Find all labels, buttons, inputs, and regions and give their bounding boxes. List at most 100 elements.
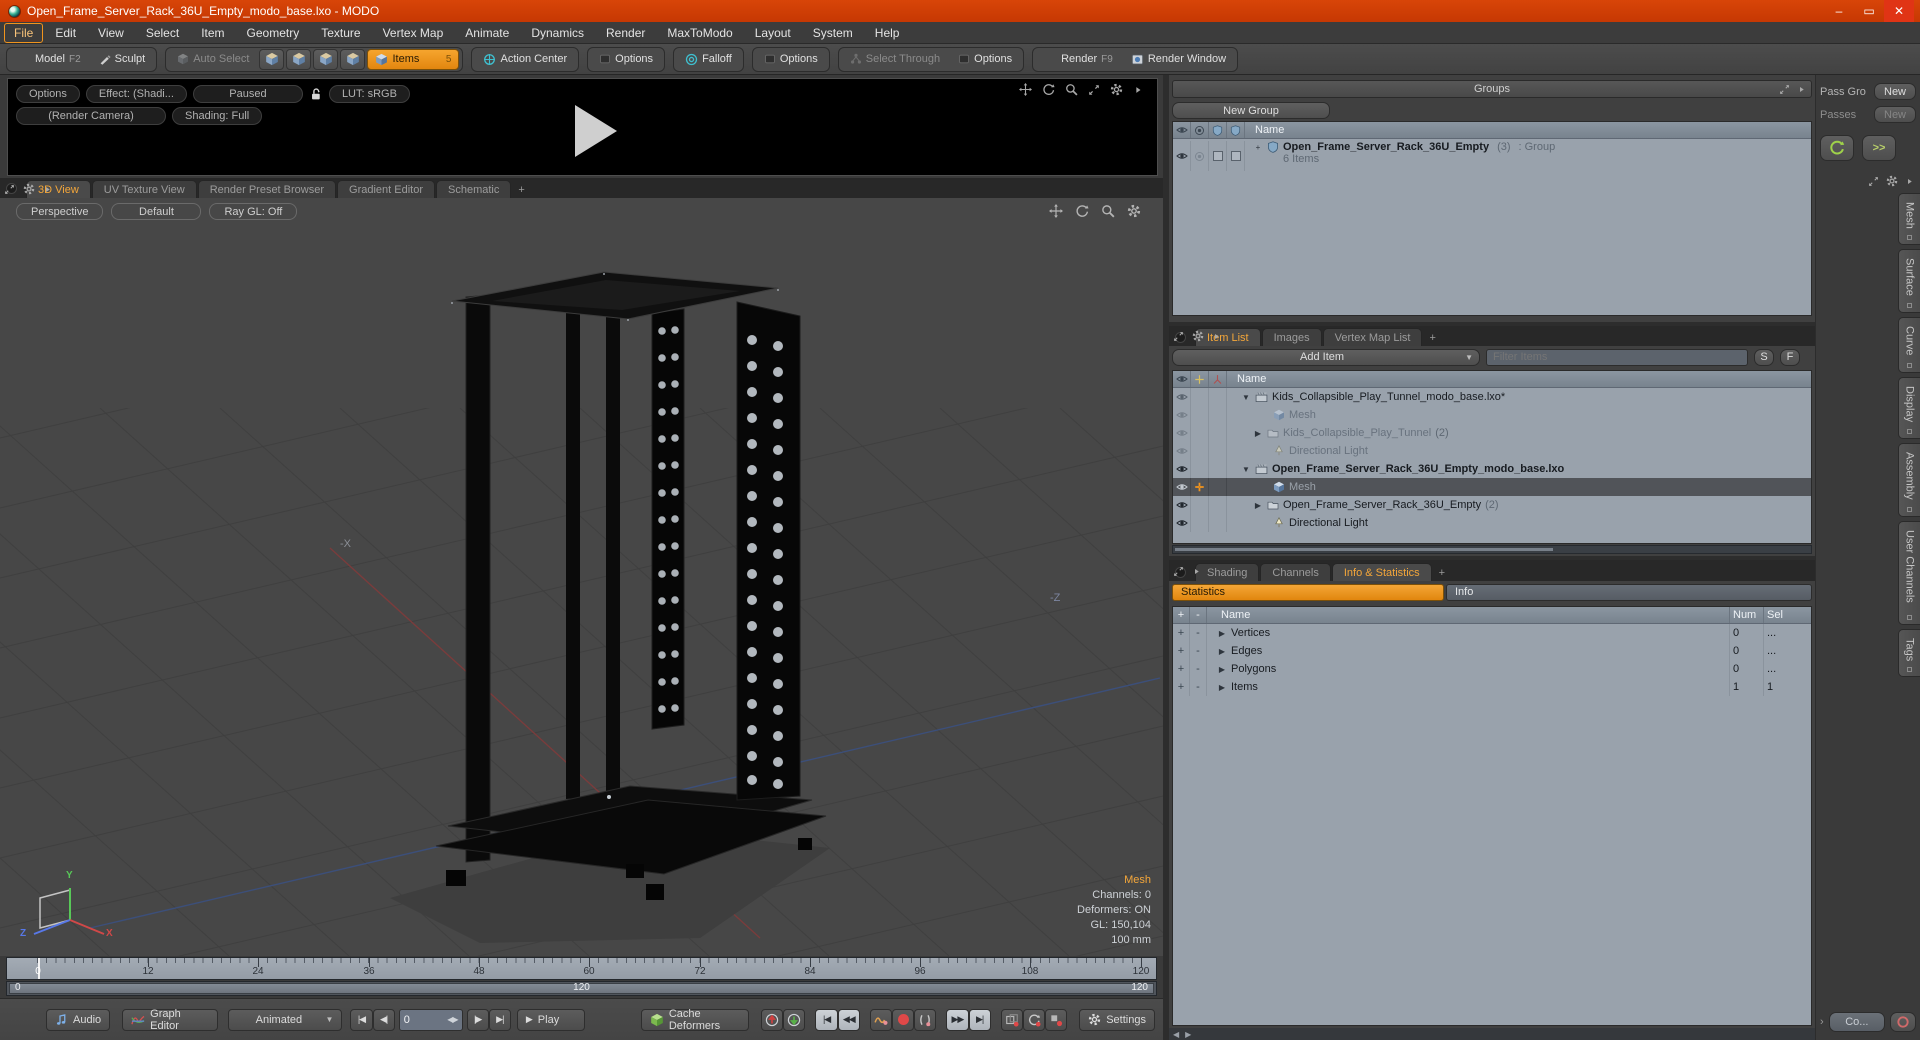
- expander-icon[interactable]: ▶: [1217, 665, 1227, 674]
- menu-system[interactable]: System: [803, 23, 863, 43]
- expander-icon[interactable]: ▶: [1217, 629, 1227, 638]
- eye-icon[interactable]: [1176, 445, 1188, 457]
- expander-icon[interactable]: ▶: [1217, 683, 1227, 692]
- gear-icon[interactable]: [1886, 175, 1898, 187]
- render-column-icon[interactable]: [1194, 125, 1205, 136]
- expand-icon[interactable]: [1868, 176, 1879, 187]
- visibility-column-icon[interactable]: [1176, 124, 1188, 136]
- menu-vertex-map[interactable]: Vertex Map: [373, 23, 454, 43]
- options-button-2[interactable]: Options: [756, 49, 826, 70]
- expand-plus[interactable]: +: [1173, 642, 1190, 660]
- side-tab-curve[interactable]: Curve: [1898, 317, 1920, 373]
- expand-all-column[interactable]: +: [1173, 607, 1190, 623]
- anim-cycle-button[interactable]: [1022, 1008, 1046, 1031]
- list-item-selected[interactable]: ✛ Mesh: [1173, 478, 1811, 496]
- maximize-button[interactable]: ▭: [1854, 0, 1884, 22]
- tab-vertex-map-list[interactable]: Vertex Map List: [1322, 328, 1423, 346]
- side-tab-tags[interactable]: Tags: [1898, 629, 1920, 677]
- eye-icon[interactable]: [1176, 481, 1188, 493]
- stat-row[interactable]: + - ▶ Edges 0 ...: [1173, 642, 1811, 660]
- record-button[interactable]: [892, 1008, 915, 1031]
- gear-icon[interactable]: [23, 183, 35, 195]
- previous-key-alt-button[interactable]: ◀◀: [837, 1008, 860, 1031]
- list-item[interactable]: ▼ Kids_Collapsible_Play_Tunnel_modo_base…: [1173, 388, 1811, 406]
- eye-icon[interactable]: [1176, 150, 1188, 162]
- checkbox[interactable]: [1230, 151, 1241, 161]
- visibility-column-icon[interactable]: [1176, 373, 1188, 385]
- panel-menu-arrow-icon[interactable]: [1797, 85, 1806, 94]
- axes-column-icon[interactable]: [1212, 374, 1223, 385]
- subtab-statistics[interactable]: Statistics: [1172, 583, 1444, 601]
- add-tab-button[interactable]: +: [512, 181, 530, 198]
- num-column-header[interactable]: Num: [1729, 607, 1763, 623]
- timeline-range-bar[interactable]: 0 120 120: [6, 981, 1157, 996]
- groups-header[interactable]: Groups: [1172, 80, 1812, 98]
- vertices-mode-button[interactable]: [259, 48, 285, 70]
- previous-frame-button[interactable]: ◀|: [372, 1008, 395, 1031]
- stat-row[interactable]: + - ▶ Items 1 1: [1173, 678, 1811, 696]
- tab-shading[interactable]: Shading: [1195, 563, 1260, 581]
- expand-icon[interactable]: [1173, 331, 1184, 342]
- model-mode-button[interactable]: Model F2: [10, 49, 89, 70]
- next-key-alt-button[interactable]: ▶|: [968, 1008, 991, 1031]
- panel-menu-arrow-icon[interactable]: [43, 185, 52, 194]
- eye-icon[interactable]: [1176, 409, 1188, 421]
- preview-paused-button[interactable]: Paused: [192, 85, 303, 103]
- select-through-button[interactable]: Select Through: [842, 49, 948, 70]
- subtab-info[interactable]: Info: [1446, 583, 1812, 601]
- side-tab-assembly[interactable]: Assembly: [1898, 443, 1920, 517]
- side-tab-surface[interactable]: Surface: [1898, 249, 1920, 313]
- chevrons-button[interactable]: >>: [1862, 135, 1896, 161]
- eye-icon[interactable]: [1176, 499, 1188, 511]
- menu-item[interactable]: Item: [191, 23, 234, 43]
- expand-icon[interactable]: [4, 184, 15, 195]
- filter-button[interactable]: F: [1780, 348, 1800, 366]
- menu-maxtomodo[interactable]: MaxToModo: [657, 23, 742, 43]
- sel-column-header[interactable]: Sel: [1763, 607, 1811, 623]
- expand-plus[interactable]: +: [1173, 678, 1190, 696]
- collapse-minus[interactable]: -: [1190, 660, 1207, 678]
- side-tab-user-channels[interactable]: User Channels: [1898, 521, 1920, 625]
- increment-up-button[interactable]: [761, 1008, 784, 1031]
- gear-icon[interactable]: [1110, 83, 1123, 96]
- menu-animate[interactable]: Animate: [455, 23, 519, 43]
- new-group-button[interactable]: New Group: [1172, 102, 1330, 119]
- collapse-all-column[interactable]: -: [1190, 607, 1207, 623]
- side-tab-mesh[interactable]: Mesh: [1898, 193, 1920, 245]
- menu-layout[interactable]: Layout: [745, 23, 801, 43]
- scrollbar-thumb[interactable]: [1174, 547, 1554, 552]
- 3d-viewport[interactable]: Y Z X -X -Z Perspective Default Ray GL: …: [0, 198, 1163, 956]
- checkbox[interactable]: [1212, 151, 1223, 161]
- new-pass-button[interactable]: New: [1874, 106, 1916, 123]
- auto-select-button[interactable]: Auto Select: [169, 49, 257, 70]
- action-center-button[interactable]: Action Center: [475, 49, 575, 70]
- record-ring-button[interactable]: [1890, 1012, 1916, 1032]
- close-button[interactable]: ✕: [1884, 0, 1914, 22]
- go-to-end-button[interactable]: ▶|: [488, 1008, 511, 1031]
- refresh-passes-button[interactable]: [1820, 135, 1854, 161]
- animated-dropdown[interactable]: Animated ▼: [228, 1008, 343, 1031]
- expand-icon[interactable]: [1173, 566, 1184, 577]
- raygl-button[interactable]: Ray GL: Off: [209, 203, 298, 220]
- sculpt-mode-button[interactable]: Sculpt: [91, 49, 154, 70]
- menu-render[interactable]: Render: [596, 23, 655, 43]
- menu-file[interactable]: File: [4, 22, 44, 43]
- anim-bake-button[interactable]: [1045, 1008, 1068, 1031]
- preview-options-button[interactable]: Options: [16, 85, 80, 103]
- item-list-hscrollbar[interactable]: [1172, 545, 1812, 554]
- next-frame-button[interactable]: |▶: [466, 1008, 489, 1031]
- preview-play-icon[interactable]: [575, 105, 617, 157]
- scroll-right-arrow[interactable]: ▶: [1185, 1030, 1191, 1039]
- rotate-icon[interactable]: [1075, 204, 1089, 218]
- frame-spinner[interactable]: ◀▶: [447, 1015, 458, 1024]
- expand-plus[interactable]: +: [1173, 660, 1190, 678]
- options-button-3[interactable]: Options: [950, 49, 1020, 70]
- menu-edit[interactable]: Edit: [45, 23, 86, 43]
- command-button[interactable]: Co...: [1828, 1012, 1885, 1032]
- gear-icon[interactable]: [1192, 330, 1204, 342]
- next-key-button[interactable]: ▶▶: [946, 1008, 969, 1031]
- panel-menu-arrow-icon[interactable]: [1212, 332, 1221, 341]
- rotate-icon[interactable]: [1042, 83, 1055, 96]
- zoom-icon[interactable]: [1065, 83, 1078, 96]
- timeline-ruler[interactable]: 0 12 24 36 48 60 72 84 96 108 120: [6, 957, 1157, 980]
